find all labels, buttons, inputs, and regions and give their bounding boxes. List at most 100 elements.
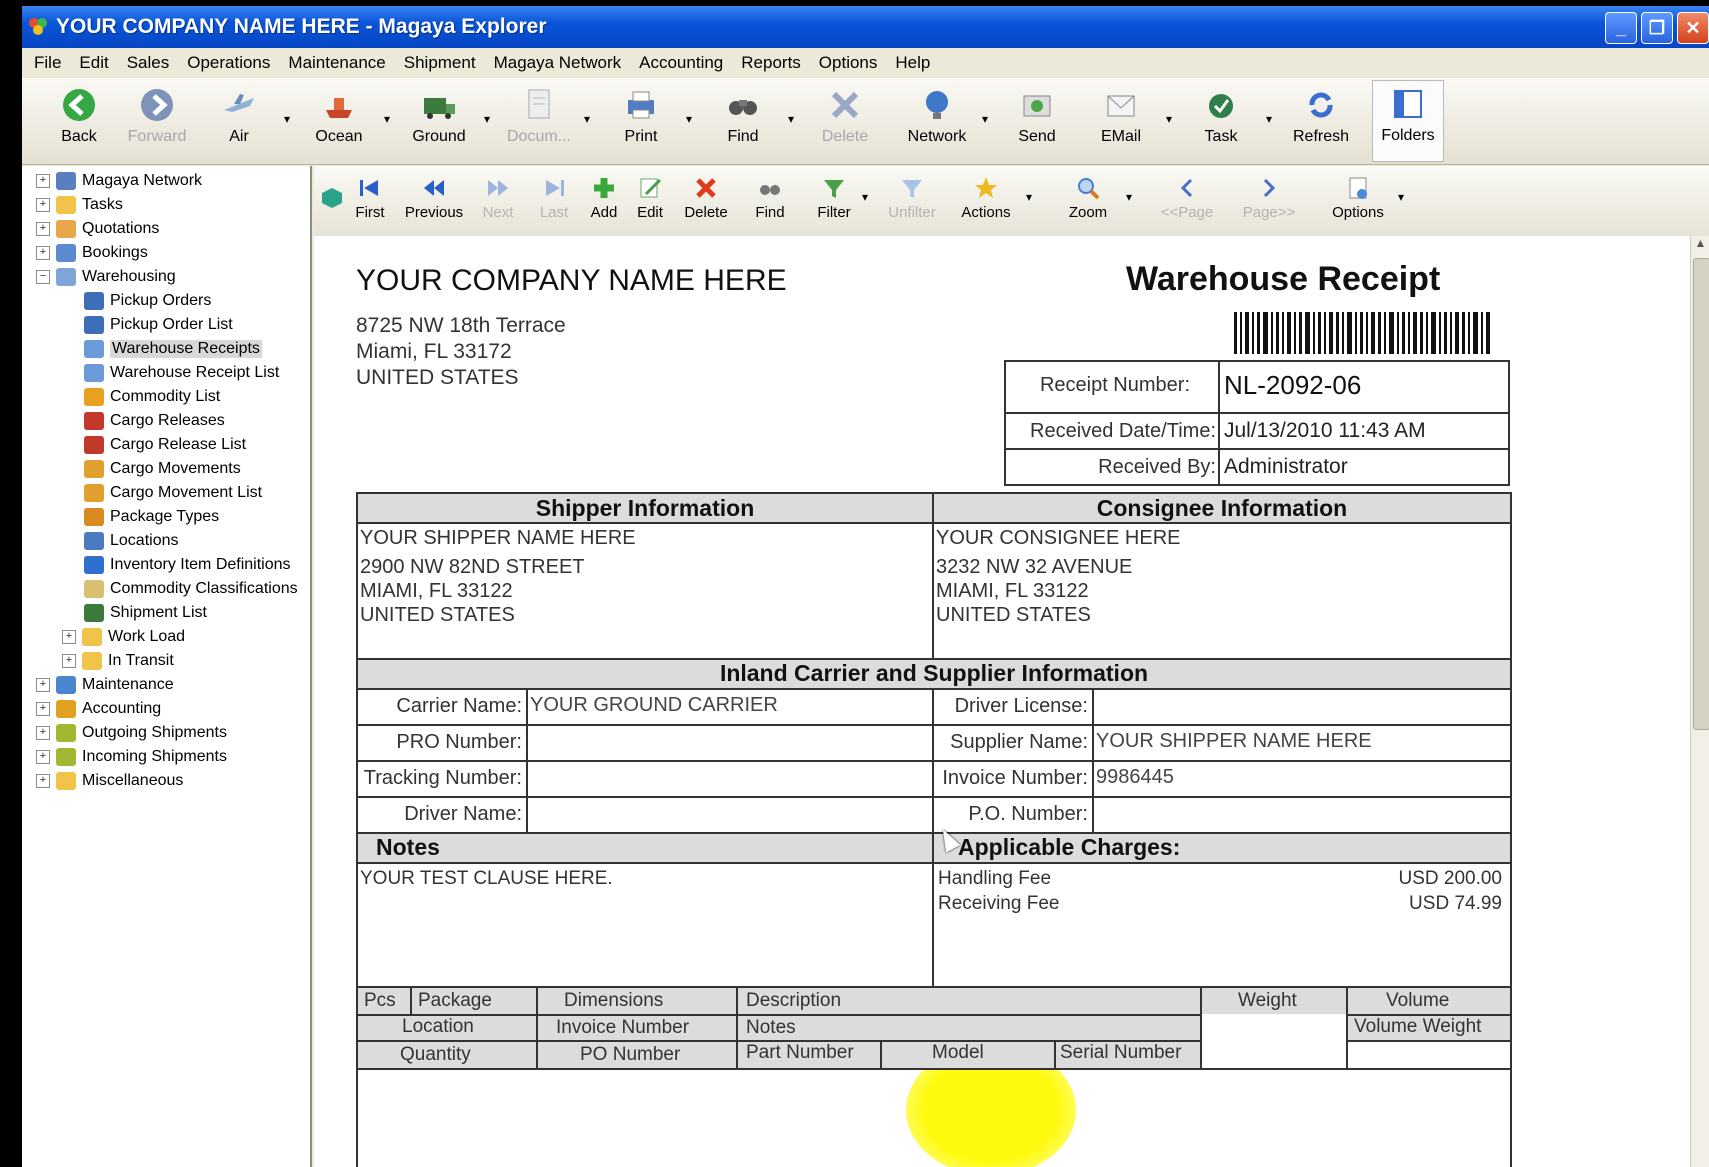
cargo-release-icon — [84, 436, 104, 454]
scroll-thumb[interactable] — [1693, 258, 1709, 730]
delete-record-button[interactable]: Delete — [674, 174, 738, 221]
carrier-name-label: Carrier Name: — [396, 695, 522, 717]
tree-item-warehouse-receipt-list[interactable]: Warehouse Receipt List — [84, 362, 279, 384]
ground-button[interactable]: Ground — [404, 86, 474, 146]
tree-item-cargo-release-list[interactable]: Cargo Release List — [84, 434, 246, 456]
restore-button[interactable]: ❐ — [1641, 12, 1673, 44]
tree-item-bookings[interactable]: + Bookings — [36, 242, 148, 264]
folder-icon — [82, 628, 102, 646]
menu-accounting[interactable]: Accounting — [639, 53, 723, 73]
tree-item-pickup-order-list[interactable]: Pickup Order List — [84, 314, 233, 336]
grid-header-package: Package — [418, 990, 492, 1011]
chevron-left-icon — [1180, 178, 1193, 198]
grid-header-volume-weight: Volume Weight — [1354, 1016, 1482, 1037]
pro-number-label: PRO Number: — [396, 731, 522, 753]
received-by-value: Administrator — [1224, 455, 1348, 478]
unfilter-button[interactable]: Unfilter — [880, 174, 944, 221]
tree-item-package-types[interactable]: Package Types — [84, 506, 219, 528]
previous-button[interactable]: Previous — [402, 174, 466, 221]
received-date-time-label: Received Date/Time: — [1030, 420, 1216, 442]
menu-sales[interactable]: Sales — [127, 53, 170, 73]
receipt-number-value: NL-2092-06 — [1224, 370, 1362, 400]
report-toolbar: First Previous Next Last Add Edit Delete… — [314, 166, 1709, 237]
zoom-button[interactable]: Zoom — [1056, 174, 1120, 221]
tree-item-locations[interactable]: Locations — [84, 530, 179, 552]
edit-button[interactable]: Edit — [618, 174, 682, 221]
document-scrollbar[interactable]: ▲ — [1690, 236, 1709, 1167]
tree-item-inventory-item-definitions[interactable]: Inventory Item Definitions — [84, 554, 291, 576]
tree-item-shipment-list[interactable]: Shipment List — [84, 602, 207, 624]
charge-amount: USD 74.99 — [1409, 893, 1502, 914]
back-button[interactable]: Back — [44, 86, 114, 146]
email-button[interactable]: EMail — [1086, 86, 1156, 146]
folders-button[interactable]: Folders — [1372, 80, 1444, 162]
next-button[interactable]: Next — [466, 174, 530, 221]
options-button[interactable]: Options — [1326, 174, 1390, 221]
tree-item-accounting[interactable]: + Accounting — [36, 698, 161, 720]
charge-name: Receiving Fee — [938, 893, 1060, 914]
prev-page-button[interactable]: <<Page — [1150, 174, 1224, 221]
grid-header-dimensions: Dimensions — [564, 990, 664, 1011]
app-icon — [29, 18, 47, 35]
close-button[interactable]: ✕ — [1677, 12, 1709, 44]
filter-button[interactable]: Filter — [802, 174, 866, 221]
tree-item-maintenance[interactable]: + Maintenance — [36, 674, 174, 696]
next-page-button[interactable]: Page>> — [1232, 174, 1306, 221]
first-button[interactable]: First — [338, 174, 402, 221]
tree-item-tasks[interactable]: + Tasks — [36, 194, 123, 216]
menu-operations[interactable]: Operations — [187, 53, 270, 73]
accounting-icon — [56, 700, 76, 718]
send-button[interactable]: Send — [1002, 86, 1072, 146]
grid-header-invoice-number: Invoice Number — [556, 1017, 690, 1038]
ocean-button[interactable]: Ocean — [304, 86, 374, 146]
tree-item-outgoing-shipments[interactable]: + Outgoing Shipments — [36, 722, 227, 744]
task-button[interactable]: Task — [1186, 86, 1256, 146]
ship-icon — [326, 98, 352, 118]
send-icon — [1023, 95, 1051, 117]
tree-item-miscellaneous[interactable]: + Miscellaneous — [36, 770, 183, 792]
menu-shipment[interactable]: Shipment — [404, 53, 476, 73]
menu-maintenance[interactable]: Maintenance — [288, 53, 385, 73]
tree-item-warehousing[interactable]: − Warehousing — [36, 266, 176, 288]
shipper-info-title: Shipper Information — [535, 495, 755, 521]
menu-help[interactable]: Help — [895, 53, 930, 73]
tree-item-commodity-list[interactable]: Commodity List — [84, 386, 220, 408]
tree-item-work-load[interactable]: + Work Load — [62, 626, 185, 648]
pickup-icon — [84, 316, 104, 334]
received-by-label: Received By: — [1098, 456, 1216, 478]
tree-item-cargo-movements[interactable]: Cargo Movements — [84, 458, 241, 480]
tree-item-commodity-classifications[interactable]: Commodity Classifications — [84, 578, 298, 600]
menu-magaya-network[interactable]: Magaya Network — [494, 53, 622, 73]
minimize-button[interactable]: _ — [1605, 12, 1637, 44]
air-button[interactable]: Air — [204, 86, 274, 146]
window-title: YOUR COMPANY NAME HERE - Magaya Explorer — [56, 15, 547, 38]
forward-button[interactable]: Forward — [122, 86, 192, 146]
tree-item-warehouse-receipts[interactable]: Warehouse Receipts — [84, 338, 262, 360]
warehouse-receipt-icon — [84, 340, 104, 358]
tree-item-cargo-releases[interactable]: Cargo Releases — [84, 410, 225, 432]
network-button[interactable]: Network — [902, 86, 972, 146]
find-button[interactable]: Find — [708, 86, 778, 146]
delete-button[interactable]: Delete — [810, 86, 880, 146]
tree-item-pickup-orders[interactable]: Pickup Orders — [84, 290, 211, 312]
tree-item-in-transit[interactable]: + In Transit — [62, 650, 174, 672]
back-arrow-icon — [63, 89, 95, 121]
tree-item-quotations[interactable]: + Quotations — [36, 218, 159, 240]
tree-item-magaya-network[interactable]: + Magaya Network — [36, 170, 202, 192]
tree-item-incoming-shipments[interactable]: + Incoming Shipments — [36, 746, 227, 768]
menu-edit[interactable]: Edit — [79, 53, 108, 73]
first-icon — [360, 180, 378, 196]
charge-amount: USD 200.00 — [1398, 868, 1502, 889]
menu-reports[interactable]: Reports — [741, 53, 801, 73]
supplier-name-label: Supplier Name: — [950, 731, 1088, 753]
chevron-up-icon[interactable]: ▲ — [1691, 236, 1709, 256]
refresh-button[interactable]: Refresh — [1286, 86, 1356, 146]
menu-options[interactable]: Options — [819, 53, 878, 73]
print-button[interactable]: Print — [606, 86, 676, 146]
menu-file[interactable]: File — [34, 53, 61, 73]
shipper-address-line-1: 2900 NW 82ND STREET — [360, 556, 585, 578]
find-record-button[interactable]: Find — [738, 174, 802, 221]
actions-button[interactable]: Actions — [954, 174, 1018, 221]
documents-button[interactable]: Docum... — [504, 86, 574, 146]
tree-item-cargo-movement-list[interactable]: Cargo Movement List — [84, 482, 262, 504]
